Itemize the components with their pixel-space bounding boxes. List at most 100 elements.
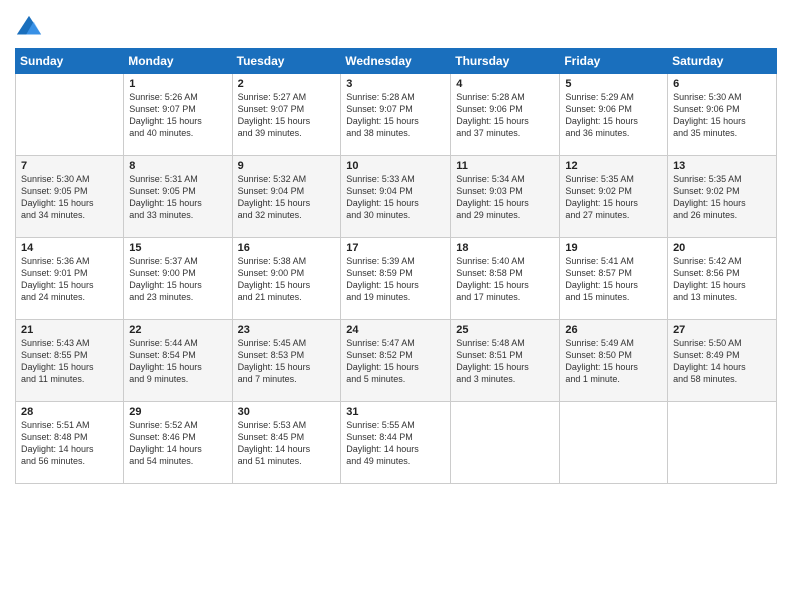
calendar-header-row: SundayMondayTuesdayWednesdayThursdayFrid… [16, 49, 777, 74]
calendar-row-0: 1Sunrise: 5:26 AM Sunset: 9:07 PM Daylig… [16, 74, 777, 156]
cell-sun-info: Sunrise: 5:30 AM Sunset: 9:05 PM Dayligh… [21, 173, 118, 222]
calendar-cell: 22Sunrise: 5:44 AM Sunset: 8:54 PM Dayli… [124, 320, 232, 402]
cell-sun-info: Sunrise: 5:50 AM Sunset: 8:49 PM Dayligh… [673, 337, 771, 386]
day-number: 23 [238, 324, 336, 336]
calendar-header-saturday: Saturday [668, 49, 777, 74]
day-number: 16 [238, 242, 336, 254]
day-number: 8 [129, 160, 226, 172]
cell-sun-info: Sunrise: 5:39 AM Sunset: 8:59 PM Dayligh… [346, 255, 445, 304]
cell-sun-info: Sunrise: 5:26 AM Sunset: 9:07 PM Dayligh… [129, 91, 226, 140]
day-number: 15 [129, 242, 226, 254]
calendar-cell: 3Sunrise: 5:28 AM Sunset: 9:07 PM Daylig… [341, 74, 451, 156]
cell-sun-info: Sunrise: 5:35 AM Sunset: 9:02 PM Dayligh… [565, 173, 662, 222]
cell-sun-info: Sunrise: 5:32 AM Sunset: 9:04 PM Dayligh… [238, 173, 336, 222]
calendar-header-thursday: Thursday [451, 49, 560, 74]
calendar-header-tuesday: Tuesday [232, 49, 341, 74]
calendar-cell [16, 74, 124, 156]
calendar-cell: 20Sunrise: 5:42 AM Sunset: 8:56 PM Dayli… [668, 238, 777, 320]
day-number: 13 [673, 160, 771, 172]
day-number: 29 [129, 406, 226, 418]
calendar-cell: 27Sunrise: 5:50 AM Sunset: 8:49 PM Dayli… [668, 320, 777, 402]
calendar-cell: 18Sunrise: 5:40 AM Sunset: 8:58 PM Dayli… [451, 238, 560, 320]
day-number: 21 [21, 324, 118, 336]
day-number: 1 [129, 78, 226, 90]
cell-sun-info: Sunrise: 5:30 AM Sunset: 9:06 PM Dayligh… [673, 91, 771, 140]
day-number: 19 [565, 242, 662, 254]
day-number: 27 [673, 324, 771, 336]
calendar-cell: 4Sunrise: 5:28 AM Sunset: 9:06 PM Daylig… [451, 74, 560, 156]
calendar-row-1: 7Sunrise: 5:30 AM Sunset: 9:05 PM Daylig… [16, 156, 777, 238]
cell-sun-info: Sunrise: 5:36 AM Sunset: 9:01 PM Dayligh… [21, 255, 118, 304]
cell-sun-info: Sunrise: 5:38 AM Sunset: 9:00 PM Dayligh… [238, 255, 336, 304]
day-number: 10 [346, 160, 445, 172]
cell-sun-info: Sunrise: 5:42 AM Sunset: 8:56 PM Dayligh… [673, 255, 771, 304]
cell-sun-info: Sunrise: 5:31 AM Sunset: 9:05 PM Dayligh… [129, 173, 226, 222]
cell-sun-info: Sunrise: 5:44 AM Sunset: 8:54 PM Dayligh… [129, 337, 226, 386]
calendar-cell: 14Sunrise: 5:36 AM Sunset: 9:01 PM Dayli… [16, 238, 124, 320]
calendar-cell: 30Sunrise: 5:53 AM Sunset: 8:45 PM Dayli… [232, 402, 341, 484]
day-number: 28 [21, 406, 118, 418]
page: SundayMondayTuesdayWednesdayThursdayFrid… [0, 0, 792, 612]
cell-sun-info: Sunrise: 5:34 AM Sunset: 9:03 PM Dayligh… [456, 173, 554, 222]
day-number: 9 [238, 160, 336, 172]
cell-sun-info: Sunrise: 5:28 AM Sunset: 9:06 PM Dayligh… [456, 91, 554, 140]
logo [15, 14, 46, 42]
calendar-cell: 16Sunrise: 5:38 AM Sunset: 9:00 PM Dayli… [232, 238, 341, 320]
day-number: 2 [238, 78, 336, 90]
calendar-header-sunday: Sunday [16, 49, 124, 74]
cell-sun-info: Sunrise: 5:51 AM Sunset: 8:48 PM Dayligh… [21, 419, 118, 468]
calendar-cell: 28Sunrise: 5:51 AM Sunset: 8:48 PM Dayli… [16, 402, 124, 484]
calendar-cell [451, 402, 560, 484]
cell-sun-info: Sunrise: 5:33 AM Sunset: 9:04 PM Dayligh… [346, 173, 445, 222]
header [15, 10, 777, 42]
calendar-table: SundayMondayTuesdayWednesdayThursdayFrid… [15, 48, 777, 484]
cell-sun-info: Sunrise: 5:28 AM Sunset: 9:07 PM Dayligh… [346, 91, 445, 140]
calendar-cell: 29Sunrise: 5:52 AM Sunset: 8:46 PM Dayli… [124, 402, 232, 484]
calendar-header-friday: Friday [560, 49, 668, 74]
day-number: 12 [565, 160, 662, 172]
calendar-header-monday: Monday [124, 49, 232, 74]
calendar-cell: 31Sunrise: 5:55 AM Sunset: 8:44 PM Dayli… [341, 402, 451, 484]
calendar-cell: 7Sunrise: 5:30 AM Sunset: 9:05 PM Daylig… [16, 156, 124, 238]
calendar-row-2: 14Sunrise: 5:36 AM Sunset: 9:01 PM Dayli… [16, 238, 777, 320]
cell-sun-info: Sunrise: 5:35 AM Sunset: 9:02 PM Dayligh… [673, 173, 771, 222]
cell-sun-info: Sunrise: 5:27 AM Sunset: 9:07 PM Dayligh… [238, 91, 336, 140]
calendar-cell: 8Sunrise: 5:31 AM Sunset: 9:05 PM Daylig… [124, 156, 232, 238]
day-number: 24 [346, 324, 445, 336]
day-number: 14 [21, 242, 118, 254]
day-number: 18 [456, 242, 554, 254]
calendar-cell: 2Sunrise: 5:27 AM Sunset: 9:07 PM Daylig… [232, 74, 341, 156]
calendar-header-wednesday: Wednesday [341, 49, 451, 74]
calendar-cell: 13Sunrise: 5:35 AM Sunset: 9:02 PM Dayli… [668, 156, 777, 238]
day-number: 11 [456, 160, 554, 172]
day-number: 5 [565, 78, 662, 90]
calendar-cell: 25Sunrise: 5:48 AM Sunset: 8:51 PM Dayli… [451, 320, 560, 402]
calendar-cell: 15Sunrise: 5:37 AM Sunset: 9:00 PM Dayli… [124, 238, 232, 320]
cell-sun-info: Sunrise: 5:43 AM Sunset: 8:55 PM Dayligh… [21, 337, 118, 386]
cell-sun-info: Sunrise: 5:55 AM Sunset: 8:44 PM Dayligh… [346, 419, 445, 468]
cell-sun-info: Sunrise: 5:52 AM Sunset: 8:46 PM Dayligh… [129, 419, 226, 468]
cell-sun-info: Sunrise: 5:40 AM Sunset: 8:58 PM Dayligh… [456, 255, 554, 304]
day-number: 17 [346, 242, 445, 254]
calendar-cell: 5Sunrise: 5:29 AM Sunset: 9:06 PM Daylig… [560, 74, 668, 156]
calendar-cell [668, 402, 777, 484]
day-number: 22 [129, 324, 226, 336]
calendar-cell: 21Sunrise: 5:43 AM Sunset: 8:55 PM Dayli… [16, 320, 124, 402]
cell-sun-info: Sunrise: 5:49 AM Sunset: 8:50 PM Dayligh… [565, 337, 662, 386]
day-number: 26 [565, 324, 662, 336]
day-number: 20 [673, 242, 771, 254]
cell-sun-info: Sunrise: 5:37 AM Sunset: 9:00 PM Dayligh… [129, 255, 226, 304]
day-number: 6 [673, 78, 771, 90]
cell-sun-info: Sunrise: 5:29 AM Sunset: 9:06 PM Dayligh… [565, 91, 662, 140]
day-number: 25 [456, 324, 554, 336]
calendar-cell: 19Sunrise: 5:41 AM Sunset: 8:57 PM Dayli… [560, 238, 668, 320]
calendar-row-4: 28Sunrise: 5:51 AM Sunset: 8:48 PM Dayli… [16, 402, 777, 484]
calendar-cell: 12Sunrise: 5:35 AM Sunset: 9:02 PM Dayli… [560, 156, 668, 238]
calendar-cell: 11Sunrise: 5:34 AM Sunset: 9:03 PM Dayli… [451, 156, 560, 238]
calendar-row-3: 21Sunrise: 5:43 AM Sunset: 8:55 PM Dayli… [16, 320, 777, 402]
cell-sun-info: Sunrise: 5:53 AM Sunset: 8:45 PM Dayligh… [238, 419, 336, 468]
calendar-cell: 10Sunrise: 5:33 AM Sunset: 9:04 PM Dayli… [341, 156, 451, 238]
day-number: 30 [238, 406, 336, 418]
cell-sun-info: Sunrise: 5:41 AM Sunset: 8:57 PM Dayligh… [565, 255, 662, 304]
calendar-cell: 1Sunrise: 5:26 AM Sunset: 9:07 PM Daylig… [124, 74, 232, 156]
